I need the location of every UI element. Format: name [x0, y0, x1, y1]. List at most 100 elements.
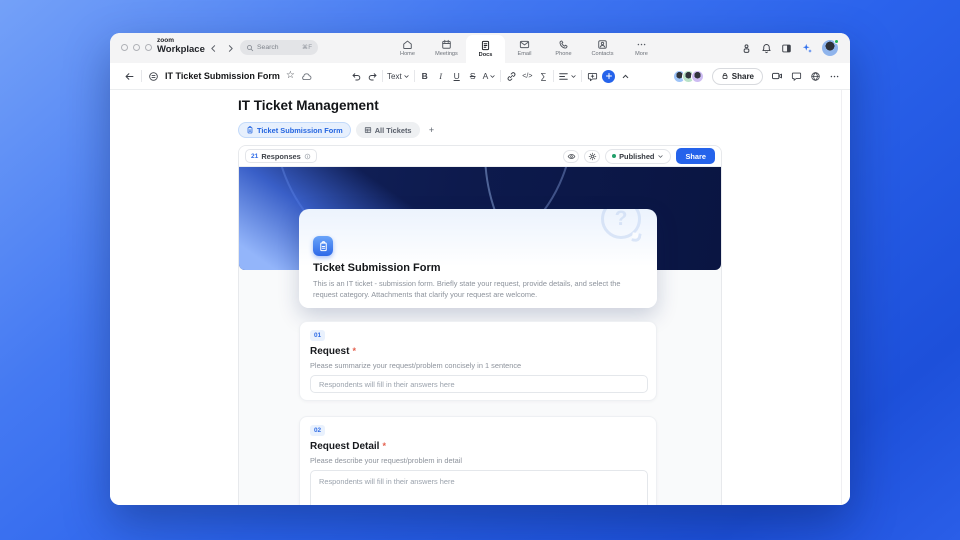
profile-history-button[interactable]: [741, 43, 752, 54]
notifications-button[interactable]: [761, 43, 772, 54]
undo-button[interactable]: [350, 68, 362, 84]
text-color-dropdown[interactable]: A: [483, 68, 497, 84]
responses-bar: 21 Responses Published: [239, 146, 721, 167]
video-call-button[interactable]: [771, 70, 783, 82]
comment-button[interactable]: [586, 68, 598, 84]
chevron-down-icon: [403, 73, 410, 80]
desktop-background: zoom Workplace Search ⌘F Home: [0, 0, 960, 540]
tab-ticket-submission-form[interactable]: Ticket Submission Form: [238, 122, 351, 138]
question-bubble-watermark: ?: [601, 209, 643, 241]
docs-home-icon: [148, 71, 159, 82]
nav-item-phone[interactable]: Phone: [544, 33, 583, 63]
divider: [382, 70, 383, 82]
form-clipboard-icon: [313, 236, 333, 256]
docs-icon: [480, 40, 491, 51]
calendar-icon: [441, 39, 452, 50]
responses-count-badge: 21: [251, 153, 258, 160]
strikethrough-button[interactable]: S: [467, 68, 479, 84]
form-panel: 21 Responses Published: [238, 145, 722, 505]
lock-icon: [721, 72, 729, 80]
alignment-dropdown[interactable]: [558, 68, 577, 84]
field-helper-text: Please describe your request/problem in …: [310, 456, 462, 465]
close-window-button[interactable]: [121, 44, 128, 51]
formatting-toolbar: Text B I U S A </> ∑: [350, 63, 631, 89]
redo-button[interactable]: [366, 68, 378, 84]
share-button[interactable]: Share: [712, 68, 763, 85]
required-asterisk: *: [382, 441, 386, 451]
info-icon: [304, 153, 311, 160]
italic-button[interactable]: I: [435, 68, 447, 84]
nav-item-email[interactable]: Email: [505, 33, 544, 63]
responses-toggle[interactable]: 21 Responses: [245, 149, 317, 163]
language-button[interactable]: [810, 71, 821, 82]
field-label: Request Detail: [310, 441, 379, 452]
ai-companion-button[interactable]: [801, 42, 813, 54]
add-tab-button[interactable]: +: [425, 123, 439, 137]
user-avatar[interactable]: [822, 40, 838, 56]
nav-item-home[interactable]: Home: [388, 33, 427, 63]
nav-item-docs[interactable]: Docs: [466, 35, 505, 63]
form-field-request: 01 Request * Please summarize your reque…: [299, 321, 657, 401]
profile-icon: [741, 43, 752, 54]
form-settings-button[interactable]: [584, 150, 600, 163]
nav-back-chevron[interactable]: [206, 41, 220, 55]
search-icon: [246, 44, 254, 52]
gear-icon: [588, 152, 597, 161]
nav-item-contacts[interactable]: Contacts: [583, 33, 622, 63]
page-title: IT Ticket Management: [238, 98, 379, 113]
maximize-window-button[interactable]: [145, 44, 152, 51]
back-button[interactable]: [124, 71, 135, 82]
chat-button[interactable]: [791, 71, 802, 82]
favorite-star-button[interactable]: ☆: [286, 71, 295, 81]
nav-label: Docs: [479, 52, 493, 58]
docs-home-button[interactable]: [148, 71, 159, 82]
responses-bar-actions: Published Share: [563, 148, 715, 164]
text-style-dropdown[interactable]: Text: [387, 68, 410, 84]
field-number-badge: 01: [310, 330, 325, 341]
comment-plus-icon: [587, 71, 598, 82]
insert-block-button[interactable]: [602, 70, 615, 83]
chevron-left-icon: [209, 44, 218, 53]
nav-label: Phone: [555, 51, 571, 57]
request-answer-input[interactable]: [310, 375, 648, 393]
field-number-badge: 02: [310, 425, 325, 436]
arrow-left-icon: [124, 71, 135, 82]
chevron-down-icon: [489, 73, 496, 80]
form-description: This is an IT ticket - submission form. …: [313, 278, 645, 300]
chevron-down-icon: [570, 73, 577, 80]
app-navigation: Home Meetings Docs Email Phone: [388, 33, 661, 63]
nav-forward-chevron[interactable]: [223, 41, 237, 55]
table-icon: [364, 126, 372, 134]
nav-item-more[interactable]: More: [622, 33, 661, 63]
publish-status-dropdown[interactable]: Published: [605, 149, 671, 164]
underline-button[interactable]: U: [451, 68, 463, 84]
divider: [141, 70, 142, 82]
code-block-button[interactable]: </>: [521, 68, 533, 84]
nav-label: Home: [400, 51, 415, 57]
preview-button[interactable]: [563, 150, 579, 163]
nav-item-meetings[interactable]: Meetings: [427, 33, 466, 63]
scrollbar-track[interactable]: [841, 90, 842, 505]
form-header-card: ? Ticket Submission Form This is an IT t…: [299, 209, 657, 308]
share-label: Share: [732, 72, 754, 81]
bold-button[interactable]: B: [419, 68, 431, 84]
share-form-button[interactable]: Share: [676, 148, 715, 164]
request-detail-answer-input[interactable]: [310, 470, 648, 505]
document-title[interactable]: IT Ticket Submission Form: [165, 71, 280, 81]
form-icon: [246, 126, 254, 134]
side-panel-button[interactable]: [781, 43, 792, 54]
globe-icon: [810, 71, 821, 82]
more-options-button[interactable]: [829, 71, 840, 82]
nav-label: Contacts: [591, 51, 613, 57]
phone-icon: [558, 39, 569, 50]
panel-icon: [781, 43, 792, 54]
formula-button[interactable]: ∑: [537, 68, 549, 84]
nav-label: Email: [518, 51, 532, 57]
doc-toolbar-left: IT Ticket Submission Form ☆: [124, 63, 312, 89]
collapse-toolbar-button[interactable]: [619, 68, 631, 84]
minimize-window-button[interactable]: [133, 44, 140, 51]
collaborator-avatar[interactable]: [691, 70, 704, 83]
tab-all-tickets[interactable]: All Tickets: [356, 122, 420, 138]
insert-link-button[interactable]: [505, 68, 517, 84]
search-input[interactable]: Search ⌘F: [240, 40, 318, 55]
